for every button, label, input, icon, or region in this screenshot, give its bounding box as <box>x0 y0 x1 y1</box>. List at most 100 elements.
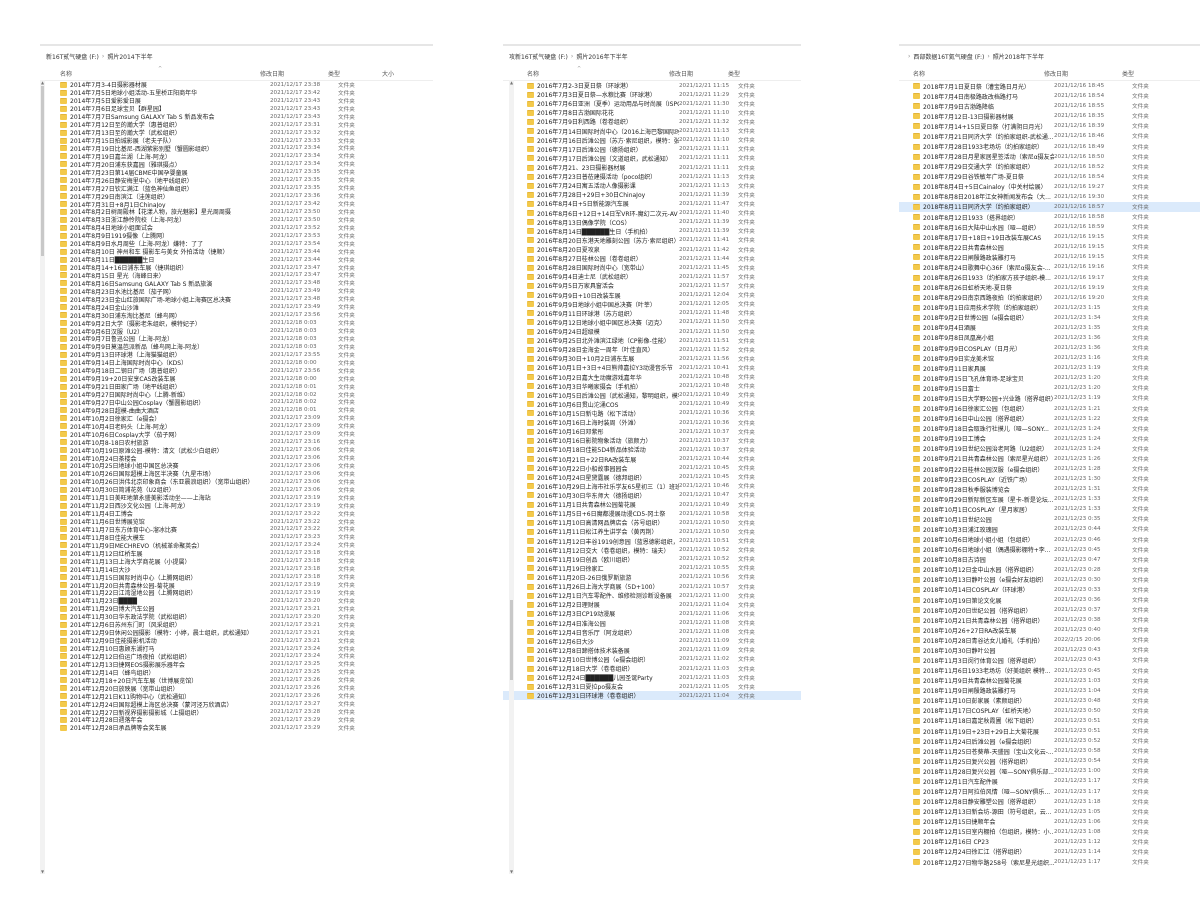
column-size-header[interactable]: 大小 <box>382 69 422 78</box>
folder-row[interactable]: 2018年10月14日COSPLAY（环球港） 2021/12/23 0:33 文件… <box>899 585 1200 595</box>
breadcrumb[interactable]: 新16T贰气硬盘 (F:) › 照片2014下半年 <box>40 46 433 66</box>
folder-row[interactable]: 2016年11月11日松江养生讲学会（黄丙荆） 2021/12/21 10:50 文… <box>503 527 801 536</box>
folder-row[interactable]: 2016年11月1日共青森林公园菊花展 2021/12/21 10:49 文件夹 <box>503 500 801 509</box>
folder-row[interactable]: 2014年12月21日K11购物中心（武松通知） 2021/12/17 23:26… <box>40 692 433 700</box>
scroll-up-arrow-icon[interactable]: ▲ <box>509 80 514 85</box>
folder-row[interactable]: 2014年12月10日惠顾东湖打马 2021/12/17 23:24 文件夹 <box>40 645 433 653</box>
folder-row[interactable]: 2016年9月11日环球港（苏方组织） 2021/12/21 11:48 文件夹 <box>503 309 801 318</box>
folder-row[interactable]: 2016年7月14日国际时尚中心（2016上海巴黎国际时... 2021/12/2… <box>503 127 801 136</box>
folder-row[interactable]: 2014年9月21日田家广场（地平线组织） 2021/12/18 0:01 文件夹 <box>40 383 433 391</box>
folder-row[interactable]: 2014年11月23日████ 2021/12/17 23:20 文件夹 <box>40 597 433 605</box>
folder-row[interactable]: 2016年7月17日后滩公园（文道组织，武松通知） 2021/12/21 11:1… <box>503 154 801 163</box>
folder-row[interactable]: 2016年10月1日+3日+4日熊帅嘉拉Y3动漫音乐节 2021/12/21 10… <box>503 363 801 372</box>
folder-row[interactable]: 2016年7月9日利西路（卷卷组织） 2021/12/21 11:32 文件夹 <box>503 117 801 126</box>
folder-row[interactable]: 2016年9月9日地球小姐中国总决赛（叶莘） 2021/12/21 12:05 文件… <box>503 300 801 309</box>
folder-row[interactable]: 2016年12月18日大学（卷卷组织） 2021/12/21 11:03 文件夹 <box>503 664 801 673</box>
folder-row[interactable]: 2018年10月19日第论文化展 2021/12/23 0:36 文件夹 <box>899 595 1200 605</box>
folder-row[interactable]: 2016年8月13日偶像学院（COS） 2021/12/21 11:39 文件夹 <box>503 218 801 227</box>
folder-row[interactable]: 2014年7月19日比基尼-西湖紫影别墅（蟹圆影组织） 2021/12/17 23… <box>40 145 433 152</box>
folder-row[interactable]: 2016年10月18日佳能5D4新品体验活动 2021/12/21 10:37 文件… <box>503 445 801 454</box>
folder-row[interactable]: 2014年10月8-18日农村旅游 2021/12/17 23:16 文件夹 <box>40 438 433 446</box>
folder-row[interactable]: 2014年8月9日1919摄像（上腾网） 2021/12/17 23:53 文件夹 <box>40 232 433 240</box>
folder-row[interactable]: 2018年11月9日闸殷路政装雕打马 2021/12/23 1:04 文件夹 <box>899 686 1200 696</box>
folder-row[interactable]: 2014年8月3日浙江静怜院校（上海-阿龙） 2021/12/17 23:50 文件… <box>40 216 433 224</box>
folder-row[interactable]: 2016年7月2-3日夏日祭（环球港） 2021/12/21 11:15 文件夹 <box>503 81 801 90</box>
column-type-header[interactable]: 类型 <box>728 69 768 78</box>
folder-row[interactable]: 2014年8月2日树周殿林【花漾人物，旅光魅影】星光周周摄 2021/12/17 … <box>40 208 433 216</box>
folder-row[interactable]: 2014年7月19日嘉兰湖（上海-阿龙） 2021/12/17 23:34 文件夹 <box>40 152 433 160</box>
folder-row[interactable]: 2014年8月23日金山红旅国际广场-地球小姐上海赛区总决赛 2021/12/17… <box>40 295 433 303</box>
folder-row[interactable]: 2016年8月20日夏攻泉 2021/12/21 11:42 文件夹 <box>503 245 801 254</box>
folder-row[interactable]: 2018年10月6日地球小姐（偶遇摄影棚特+李... 2021/12/23 0:4… <box>899 545 1200 555</box>
folder-row[interactable]: 2014年11月22日江湾湿地公园（上腾网组织） 2021/12/17 23:19… <box>40 589 433 597</box>
folder-row[interactable]: 2016年9月25日北外滩滨江绿地（CP影像-佳能） 2021/12/21 11:… <box>503 336 801 345</box>
folder-row[interactable]: 2018年10月1日COSPLAY（星月家居） 2021/12/23 1:33 文件… <box>899 504 1200 514</box>
folder-row[interactable]: 2018年11月25日苍葵蒂-天盛园（宝山文化云-... 2021/12/23 0… <box>899 746 1200 756</box>
folder-row[interactable]: 2018年11月9日共青森林公园菊花展 2021/12/23 1:03 文件夹 <box>899 676 1200 686</box>
breadcrumb-drive[interactable]: 攻新16T贰气硬盘 (F:) <box>509 52 568 61</box>
folder-row[interactable]: 2014年7月13日至的瀚大学（武松组织） 2021/12/17 23:32 文件夹 <box>40 129 433 137</box>
folder-row[interactable]: 2018年11月28日复兴公园（哑—SONY俱乐部... 2021/12/23 1… <box>899 766 1200 776</box>
folder-row[interactable]: 2018年12月24日徐汇江（搭界组织） 2021/12/23 1:14 文件夹 <box>899 847 1200 857</box>
folder-row[interactable]: 2018年9月15日富士 2021/12/23 1:20 文件夹 <box>899 383 1200 393</box>
folder-row[interactable]: 2018年10月30日静叶公园 2021/12/23 0:43 文件夹 <box>899 645 1200 655</box>
folder-row[interactable]: 2018年9月16日徐家汇公园（包组织） 2021/12/23 1:21 文件夹 <box>899 404 1200 414</box>
breadcrumb[interactable]: 攻新16T贰气硬盘 (F:) › 照片2016年下半年 <box>503 46 801 66</box>
folder-row[interactable]: 2014年12月28日承品牌等会奖车展 2021/12/17 23:29 文件夹 <box>40 724 433 732</box>
folder-row[interactable]: 2018年7月4日南极路政改档路打马 2021/12/16 18:54 文件夹 <box>899 91 1200 101</box>
breadcrumb-folder[interactable]: 照片2014下半年 <box>107 52 152 61</box>
folder-row[interactable]: 2016年10月24日星黛露展（德邦组织） 2021/12/21 10:45 文件夹 <box>503 473 801 482</box>
folder-row[interactable]: 2014年9月13日环球港（上海猫猫组织） 2021/12/17 23:55 文件夹 <box>40 351 433 359</box>
folder-row[interactable]: 2016年12月4日准海公园 2021/12/21 11:08 文件夹 <box>503 618 801 628</box>
folder-row[interactable]: 2018年9月8日凤凰高小姐 2021/12/23 1:36 文件夹 <box>899 333 1200 343</box>
folder-row[interactable]: 2014年10月26日洪伟北京印象商会（东亚晨浪组织）（宽带山组织） 2021/1… <box>40 478 433 486</box>
folder-row[interactable]: 2016年8月20日东港天地雕刻公园（苏方·索尼组织） 2021/12/21 11… <box>503 236 801 245</box>
folder-row[interactable]: 2018年12月8日静安雕塑公园（搭界组织） 2021/12/23 1:18 文件夹 <box>899 797 1200 807</box>
folder-row[interactable]: 2014年11月12日红桥车展 2021/12/17 23:18 文件夹 <box>40 549 433 557</box>
folder-row[interactable]: 2016年8月6日+12日+14日军VR环-魔幻二次元-AV VR游...202… <box>503 209 801 218</box>
folder-row[interactable]: 2018年8月24日歌舞中心36F（索尼α摄友会-... 2021/12/16 1… <box>899 262 1200 272</box>
folder-row[interactable]: 2014年12月27日新视界摄影摄影城（上摄组织） 2021/12/17 23:2… <box>40 708 433 716</box>
folder-row[interactable]: 2018年8月12日1933（搭界组织） 2021/12/16 18:58 文件夹 <box>899 212 1200 222</box>
column-date-header[interactable]: 修改日期 <box>669 69 728 78</box>
folder-row[interactable]: 2016年9月28日金海金一周年（叶佳直风） 2021/12/21 11:52 文件… <box>503 345 801 354</box>
folder-row[interactable]: 2014年7月5日地球小姐活动-五里桥正阳商年华 2021/12/17 23:42… <box>40 89 433 97</box>
folder-row[interactable]: 2018年12月15日室内棚拍（包组织，模特：小... 2021/12/23 1:… <box>899 827 1200 837</box>
folder-row[interactable]: 2016年7月28日+29日+30日ChinaJoy 2021/12/21 11:… <box>503 190 801 199</box>
folder-row[interactable]: 2014年12月12日伯运广场夜拍（武松组织） 2021/12/17 23:24 文… <box>40 653 433 660</box>
folder-row[interactable]: 2014年12月13日捷网EOS摄影展乐器年会 2021/12/17 23:25 文… <box>40 660 433 668</box>
breadcrumb-folder[interactable]: 照片2016年下半年 <box>576 52 627 61</box>
folder-row[interactable]: 2014年12月24日国际超模上海区总决赛（蒙河泾万欣酒店） 2021/12/17… <box>40 700 433 708</box>
folder-row[interactable]: 2016年12月2日理财展 2021/12/21 11:04 文件夹 <box>503 600 801 609</box>
folder-row[interactable]: 2016年11月12日交大（卷卷组织，模特：瑞夫） 2021/12/21 10:5… <box>503 546 801 555</box>
folder-row[interactable]: 2014年11月4日工博会 2021/12/17 23:22 文件夹 <box>40 510 433 518</box>
folder-row[interactable]: 2018年9月9日COSPLAY（日月光） 2021/12/23 1:36 文件夹 <box>899 343 1200 353</box>
folder-row[interactable]: 2018年10月28日青谷达女儿婚礼（手机拍） 2022/2/15 20:06 文件… <box>899 635 1200 645</box>
folder-row[interactable]: 2014年8月16日Samsung GALAXY Tab S 新品旅演 2021/… <box>40 279 433 287</box>
folder-row[interactable]: 2018年8月11日同济大学（约拍家组织） 2021/12/16 18:57 文件夹 <box>899 201 1200 213</box>
folder-row[interactable]: 2018年8月22日闸殷路政装雕打马 2021/12/16 19:15 文件夹 <box>899 252 1200 262</box>
folder-row[interactable]: 2016年10月5日后滩公园（武松通知，黎明组织，模特... 2021/12/21… <box>503 391 801 400</box>
folder-row[interactable]: 2014年8月9日水月周些（上海-阿龙）嫌特：了了 2021/12/17 23:5… <box>40 240 433 248</box>
folder-row[interactable]: 2016年10月16日上海时装周（外滩） 2021/12/21 10:36 文件夹 <box>503 418 801 427</box>
folder-row[interactable]: 2018年10月1日世纪公园 2021/12/23 0:35 文件夹 <box>899 514 1200 524</box>
folder-row[interactable]: 2018年12月15日捷顺年会 2021/12/23 1:06 文件夹 <box>899 817 1200 827</box>
folder-row[interactable]: 2018年9月22日桂林公园汉服（e摄会组织） 2021/12/23 1:28 文件… <box>899 464 1200 474</box>
folder-row[interactable]: 2016年7月23日普莅建摄活动（poco组织） 2021/12/21 11:13… <box>503 172 801 181</box>
folder-row[interactable]: 2018年10月13日静叶公园（e摄会好友组织） 2021/12/23 0:30 文… <box>899 575 1200 585</box>
folder-row[interactable]: 2014年12月9日休闲公园摄影（模特：小婷，晨士组织，武松通知） 2021/12… <box>40 629 433 637</box>
folder-row[interactable]: 2014年10月24日茶楼会 2021/12/17 23:06 文件夹 <box>40 454 433 462</box>
folder-row[interactable]: 2018年7月12日-13日摄影器材展 2021/12/16 18:35 文件夹 <box>899 111 1200 121</box>
folder-row[interactable]: 2016年7月24日寓五活动人像摄影课 2021/12/21 11:13 文件夹 <box>503 181 801 190</box>
folder-row[interactable]: 2016年10月6日贯山沱涌COS 2021/12/21 10:49 文件夹 <box>503 400 801 409</box>
folder-row[interactable]: 2014年9月27日国际时尚中心（上腾-新维） 2021/12/18 0:02 文件… <box>40 391 433 399</box>
folder-row[interactable]: 2018年9月4日酒展 2021/12/23 1:35 文件夹 <box>899 323 1200 333</box>
folder-row[interactable]: 2016年11月12日丰谷1919创意园（蓝恩德影组织，模... 2021/12/… <box>503 536 801 546</box>
column-type-header[interactable]: 类型 <box>328 69 382 78</box>
folder-row[interactable]: 2014年12月18+20日汽车车展（世博展览馆） 2021/12/17 23:2… <box>40 676 433 684</box>
folder-row[interactable]: 2014年9月18日二钢日广场（惠普组织） 2021/12/17 23:56 文件夹 <box>40 367 433 375</box>
folder-row[interactable]: 2016年7月21、23日摄影器材展 2021/12/21 11:11 文件夹 <box>503 163 801 172</box>
folder-row[interactable]: 2014年7月27日钦汇满江（蓝色神仙鱼组织） 2021/12/17 23:35 文… <box>40 184 433 192</box>
folder-row[interactable]: 2018年12月7日阿拉伯风情（哑—SONY俱乐... 2021/12/23 1:… <box>899 786 1200 796</box>
folder-row[interactable]: 2018年9月19日工博会 2021/12/23 1:24 文件夹 <box>899 434 1200 444</box>
